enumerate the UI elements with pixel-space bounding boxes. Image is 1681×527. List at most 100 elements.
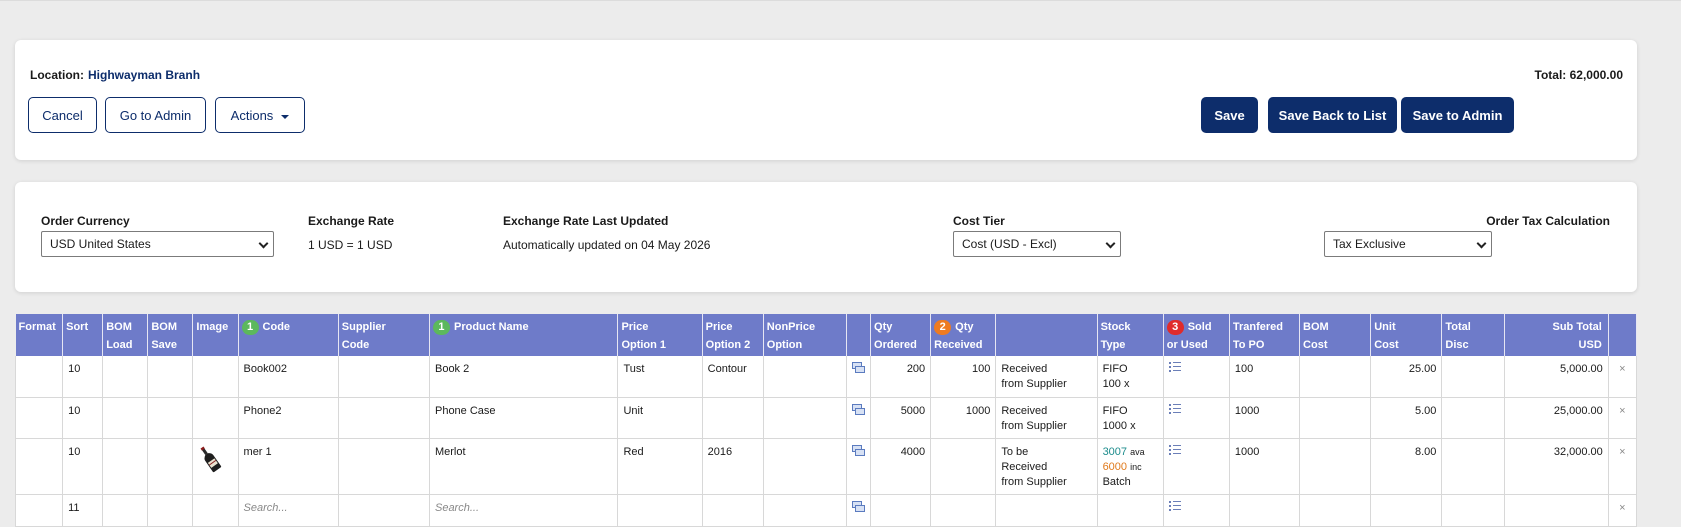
col-total-disc[interactable]: Total Disc (1441, 314, 1505, 356)
remove-row-button[interactable]: × (1608, 438, 1638, 495)
cell-bom-save[interactable] (147, 356, 194, 398)
remove-row-button[interactable]: × (1608, 494, 1638, 527)
cell-bom-load[interactable] (102, 397, 149, 439)
cell-sold-or-used[interactable] (1163, 494, 1230, 527)
cell-code[interactable]: mer 1 (238, 438, 339, 495)
order-currency-select[interactable]: USD United States (41, 231, 274, 257)
cost-tier-select[interactable]: Cost (USD - Excl) (953, 231, 1121, 257)
cell-price-option-2[interactable]: Contour (702, 356, 764, 398)
cell-supplier-code[interactable] (338, 494, 430, 527)
cell-format[interactable] (14, 397, 64, 439)
cell-unit-cost[interactable]: 5.00 (1370, 397, 1443, 439)
cell-image[interactable] (192, 438, 239, 495)
save-back-to-list-button[interactable]: Save Back to List (1268, 97, 1397, 133)
cell-nonprice-option[interactable] (763, 397, 847, 439)
cell-details[interactable] (846, 438, 872, 495)
cell-total-disc[interactable] (1441, 494, 1505, 527)
col-qty-ordered[interactable]: Qty Ordered (870, 314, 932, 356)
cell-qty-received[interactable] (930, 494, 997, 527)
details-cards-icon[interactable] (851, 403, 866, 416)
details-cards-icon[interactable] (851, 500, 866, 513)
col-bom-cost[interactable]: BOM Cost (1299, 314, 1372, 356)
list-icon[interactable] (1168, 403, 1181, 415)
list-icon[interactable] (1168, 500, 1181, 512)
cell-price-option-1[interactable]: Tust (617, 356, 703, 398)
cell-qty-ordered[interactable]: 4000 (870, 438, 932, 495)
col-transfered-to-po[interactable]: Tranfered To PO (1229, 314, 1301, 356)
col-product-name[interactable]: 1 Product Name (429, 314, 619, 356)
cell-bom-save[interactable] (147, 494, 194, 527)
cell-bom-load[interactable] (102, 356, 149, 398)
col-code[interactable]: 1 Code (238, 314, 339, 356)
cell-price-option-2[interactable] (702, 397, 764, 439)
cell-format[interactable] (14, 494, 64, 527)
cell-qty-ordered[interactable]: 200 (870, 356, 932, 398)
cell-total-disc[interactable] (1441, 397, 1505, 439)
cell-bom-load[interactable] (102, 438, 149, 495)
cell-nonprice-option[interactable] (763, 494, 847, 527)
cell-qty-ordered[interactable] (870, 494, 932, 527)
cell-unit-cost[interactable]: 25.00 (1370, 356, 1443, 398)
details-cards-icon[interactable] (851, 362, 866, 374)
cell-details[interactable] (846, 494, 872, 527)
cell-supplier-code[interactable] (338, 397, 430, 439)
cell-code[interactable]: Book002 (238, 356, 339, 398)
cell-format[interactable] (14, 438, 64, 495)
cell-qty-received[interactable]: 100 (930, 356, 997, 398)
location-value[interactable]: Highwayman Branh (88, 68, 200, 82)
cell-price-option-2[interactable] (702, 494, 764, 527)
cell-price-option-1[interactable]: Unit (617, 397, 703, 439)
product-search-input[interactable]: Search... (429, 494, 619, 527)
col-subtotal[interactable]: Sub Total USD (1504, 314, 1609, 356)
col-stock-type[interactable]: Stock Type (1097, 314, 1164, 356)
cell-sort[interactable]: 10 (62, 397, 104, 439)
details-cards-icon[interactable] (851, 444, 866, 457)
col-sort[interactable]: Sort (62, 314, 104, 356)
cell-bom-save[interactable] (147, 438, 194, 495)
col-qty-received[interactable]: 2 Qty Received (930, 314, 997, 356)
cell-product-name[interactable]: Merlot (429, 438, 619, 495)
save-button[interactable]: Save (1201, 97, 1258, 133)
cell-sold-or-used[interactable] (1163, 356, 1230, 398)
cell-product-name[interactable]: Phone Case (429, 397, 619, 439)
cancel-button[interactable]: Cancel (28, 97, 97, 133)
col-nonprice-option[interactable]: NonPrice Option (763, 314, 847, 356)
cell-qty-received[interactable]: 1000 (930, 397, 997, 439)
actions-dropdown-button[interactable]: Actions (215, 97, 305, 133)
cell-sort[interactable]: 10 (62, 356, 104, 398)
cell-nonprice-option[interactable] (763, 438, 847, 495)
cell-price-option-1[interactable]: Red (617, 438, 703, 495)
tax-calc-select[interactable]: Tax Exclusive (1324, 231, 1492, 257)
cell-qty-ordered[interactable]: 5000 (870, 397, 932, 439)
col-unit-cost[interactable]: Unit Cost (1370, 314, 1443, 356)
col-price-option-2[interactable]: Price Option 2 (702, 314, 764, 356)
go-to-admin-button[interactable]: Go to Admin (105, 97, 206, 133)
col-sold-or-used[interactable]: 3 Sold or Used (1163, 314, 1230, 356)
cell-details[interactable] (846, 397, 872, 439)
save-to-admin-button[interactable]: Save to Admin (1401, 97, 1514, 133)
cell-format[interactable] (14, 356, 64, 398)
cell-sort[interactable]: 10 (62, 438, 104, 495)
cell-qty-received[interactable] (930, 438, 997, 495)
cell-supplier-code[interactable] (338, 356, 430, 398)
cell-code[interactable]: Phone2 (238, 397, 339, 439)
cell-price-option-2[interactable]: 2016 (702, 438, 764, 495)
cell-sold-or-used[interactable] (1163, 438, 1230, 495)
col-format[interactable]: Format (15, 314, 64, 356)
col-bom-load[interactable]: BOM Load (102, 314, 149, 356)
col-image[interactable]: Image (192, 314, 239, 356)
col-price-option-1[interactable]: Price Option 1 (617, 314, 703, 356)
list-icon[interactable] (1168, 362, 1181, 373)
list-icon[interactable] (1168, 444, 1181, 456)
cell-details[interactable] (846, 356, 872, 398)
cell-unit-cost[interactable]: 8.00 (1370, 438, 1443, 495)
col-bom-save[interactable]: BOM Save (147, 314, 194, 356)
cell-bom-load[interactable] (102, 494, 149, 527)
cell-sold-or-used[interactable] (1163, 397, 1230, 439)
remove-row-button[interactable]: × (1608, 356, 1638, 398)
cell-unit-cost[interactable] (1370, 494, 1443, 527)
cell-bom-save[interactable] (147, 397, 194, 439)
cell-nonprice-option[interactable] (763, 356, 847, 398)
cell-total-disc[interactable] (1441, 356, 1505, 398)
cell-total-disc[interactable] (1441, 438, 1505, 495)
